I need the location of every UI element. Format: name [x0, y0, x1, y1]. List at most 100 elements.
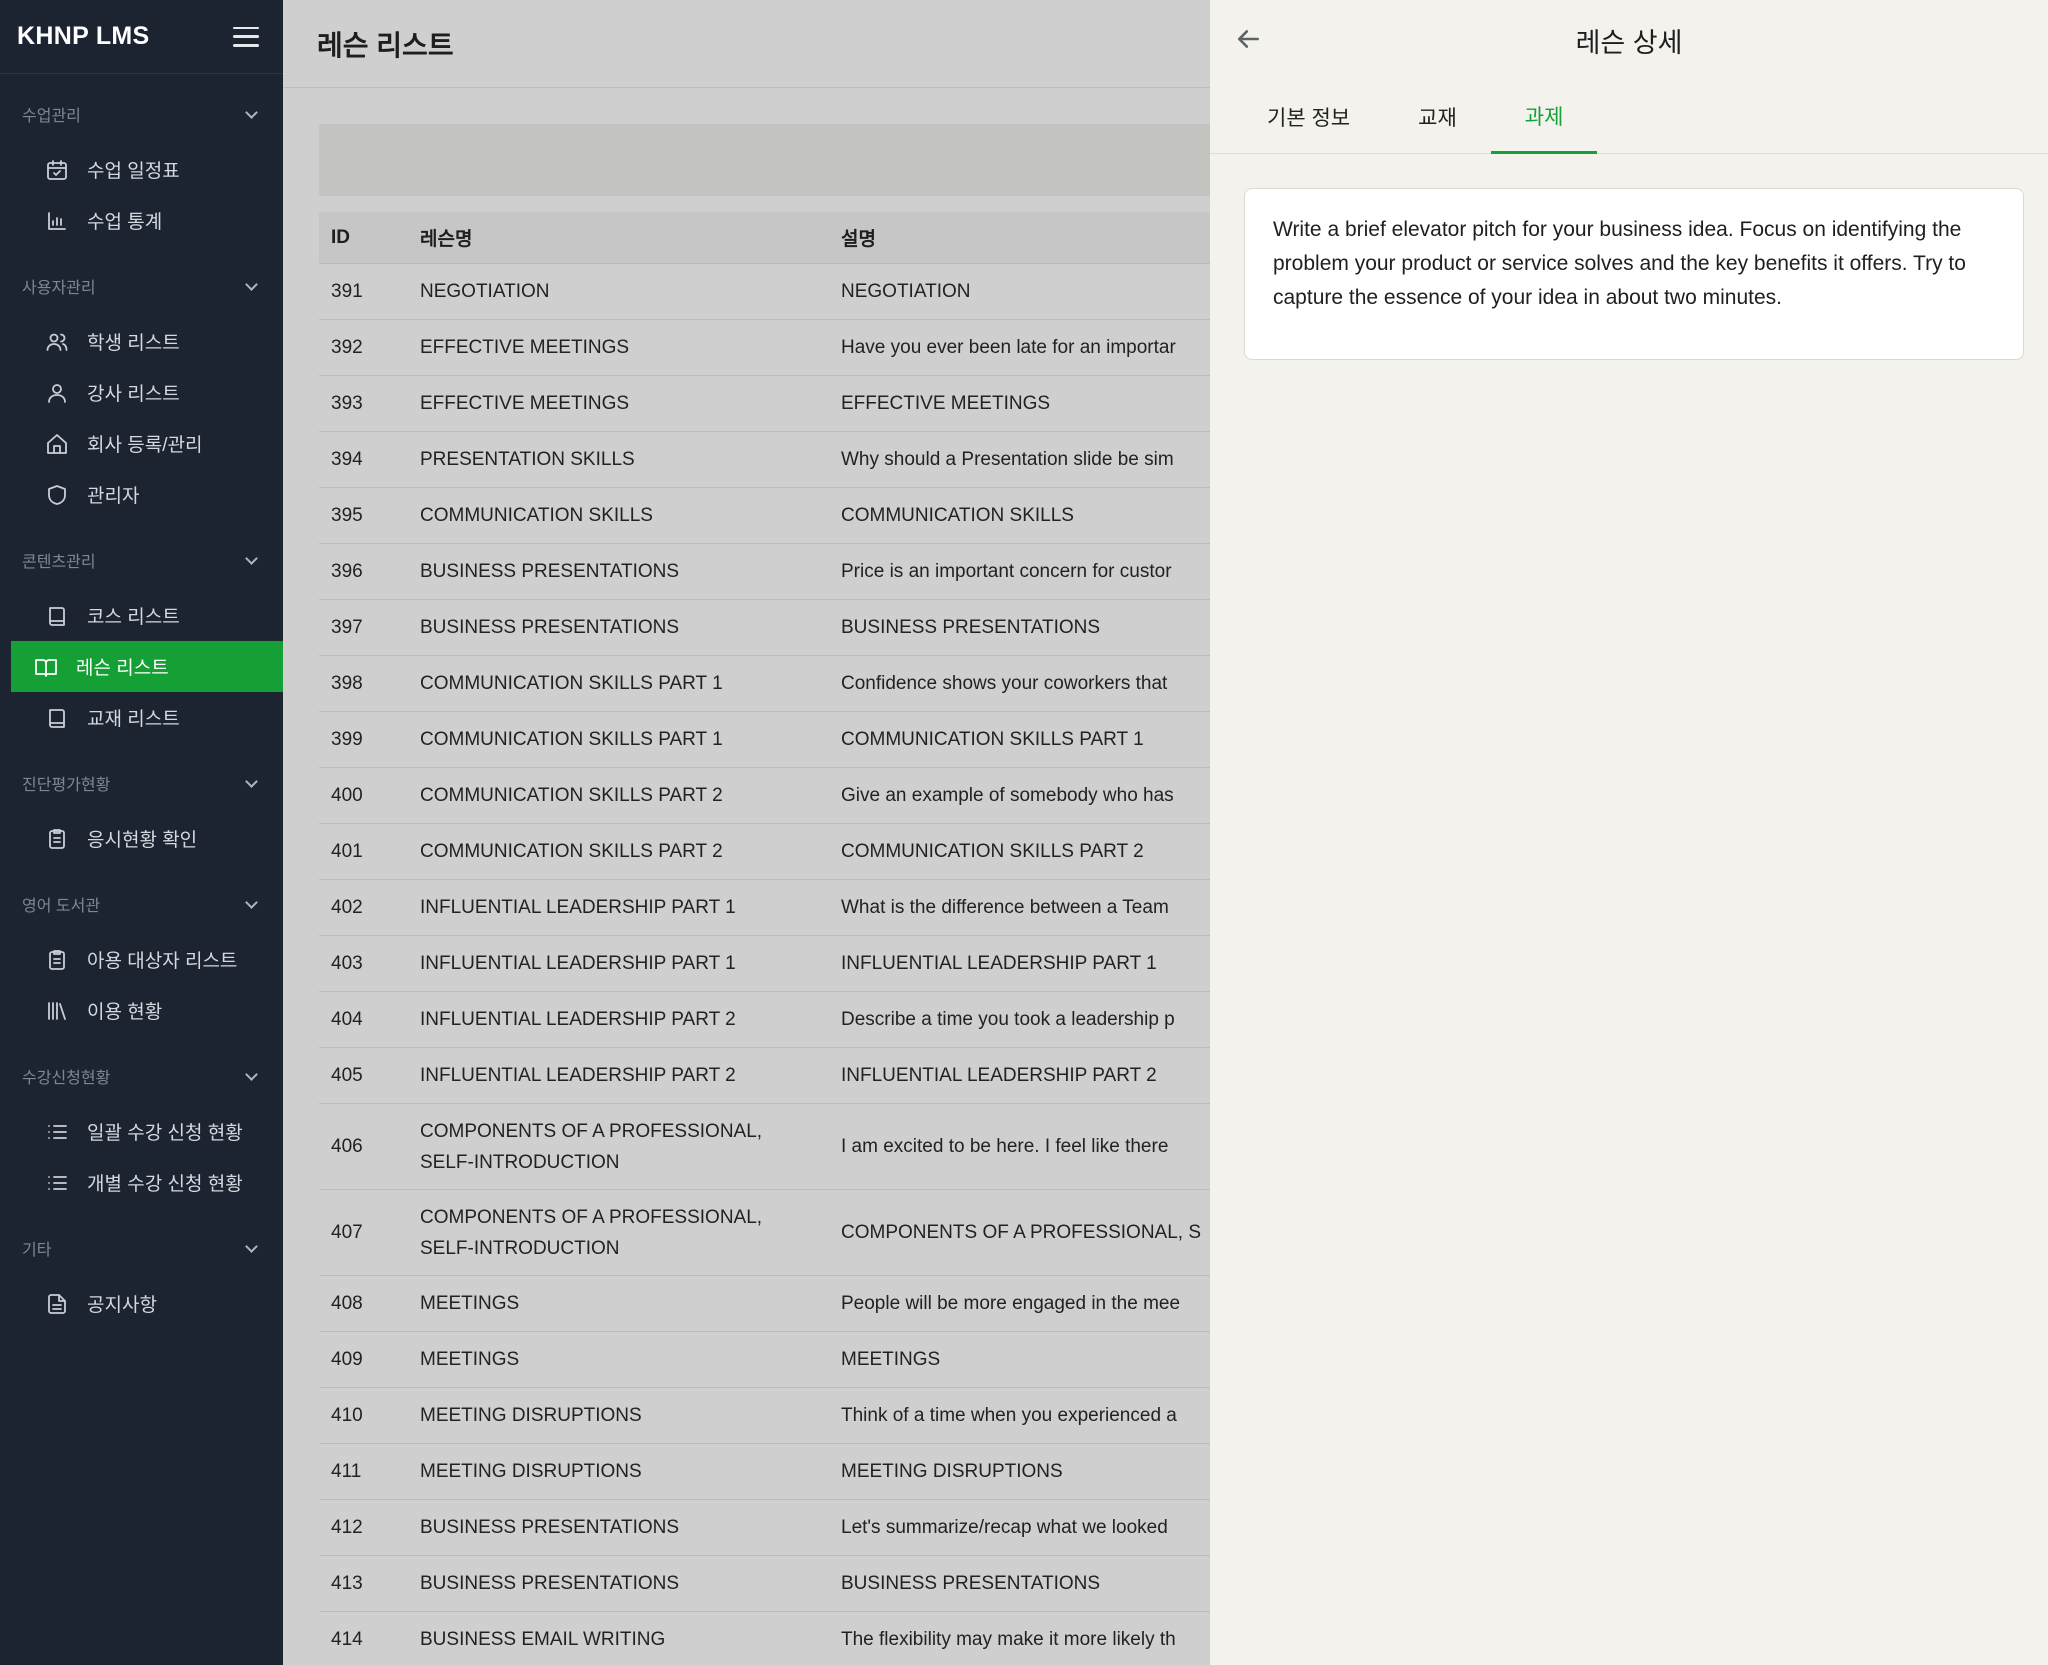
cell-id: 411: [331, 1460, 362, 1482]
sidebar-section-header[interactable]: 수업관리: [0, 94, 283, 134]
sidebar-section-header[interactable]: 사용자관리: [0, 266, 283, 306]
book-icon: [45, 604, 69, 628]
home-icon: [45, 432, 69, 456]
cell-id: 394: [331, 448, 363, 470]
chevron-down-icon[interactable]: [245, 277, 258, 291]
sidebar-section: 기타공지사항: [0, 1228, 283, 1329]
sidebar-item[interactable]: 레슨 리스트: [11, 641, 283, 692]
sidebar-header: KHNP LMS: [0, 0, 283, 74]
sidebar-item[interactable]: 이용 현황: [11, 985, 283, 1036]
sidebar-item[interactable]: 개별 수강 신청 현황: [11, 1157, 283, 1208]
sidebar-item[interactable]: 수업 통계: [11, 195, 283, 246]
page-title: 레슨 리스트: [317, 29, 454, 61]
cell-id: 398: [331, 672, 363, 694]
chevron-down-icon[interactable]: [245, 1239, 258, 1253]
cell-id: 396: [331, 560, 363, 582]
cell-id: 412: [331, 1516, 363, 1538]
sidebar-item[interactable]: 학생 리스트: [11, 316, 283, 367]
cell-name: BUSINESS PRESENTATIONS: [420, 561, 680, 582]
sidebar-section: 수강신청현황일괄 수강 신청 현황개별 수강 신청 현황: [0, 1056, 283, 1208]
sidebar-item[interactable]: 강사 리스트: [11, 367, 283, 418]
drawer-title: 레슨 상세: [1575, 27, 1683, 58]
sidebar-nav: 수업관리수업 일정표 수업 통계사용자관리학생 리스트강사 리스트회사 등록/관리…: [0, 94, 283, 1329]
list-icon: [45, 1120, 69, 1144]
sidebar-item-label: 레슨 리스트: [76, 658, 169, 679]
sidebar-item[interactable]: 응시현황 확인: [11, 813, 283, 864]
drawer-tabs: 기본 정보 교재 과제: [1210, 80, 2048, 154]
sidebar-section-header[interactable]: 콘텐츠관리: [0, 540, 283, 580]
drawer-header: 레슨 상세: [1210, 0, 2048, 80]
column-header-id[interactable]: ID: [319, 227, 420, 249]
cell-name: MEETING DISRUPTIONS: [420, 1405, 642, 1426]
book-open-icon: [34, 655, 58, 679]
sidebar-item-label: 개별 수강 신청 현황: [87, 1174, 243, 1195]
clipboard-icon: [45, 948, 69, 972]
file-text-icon: [45, 1292, 69, 1316]
sidebar-item-label: 응시현황 확인: [87, 830, 198, 851]
column-header-name[interactable]: 레슨명: [420, 224, 841, 251]
sidebar-item-label: 공지사항: [87, 1295, 157, 1316]
cell-id: 393: [331, 392, 363, 414]
cell-id: 403: [331, 952, 363, 974]
back-arrow-icon[interactable]: [1232, 22, 1266, 56]
sidebar-section-title: 콘텐츠관리: [22, 554, 96, 571]
drawer-tab[interactable]: 기본 정보: [1240, 80, 1384, 154]
assignment-text: Write a brief elevator pitch for your bu…: [1273, 218, 1966, 309]
sidebar-item-label: 아용 대상자 리스트: [87, 951, 238, 972]
cell-name: NEGOTIATION: [420, 281, 550, 302]
users-icon: [45, 330, 69, 354]
menu-icon[interactable]: [233, 26, 259, 47]
sidebar-section-title: 기타: [22, 1242, 52, 1259]
drawer-tab[interactable]: 교재: [1384, 80, 1491, 154]
sidebar-item-label: 코스 리스트: [87, 607, 180, 628]
sidebar-section: 진단평가현황응시현황 확인: [0, 763, 283, 864]
bar-chart-icon: [45, 209, 69, 233]
cell-name: INFLUENTIAL LEADERSHIP PART 1: [420, 953, 736, 974]
sidebar-item[interactable]: 일괄 수강 신청 현황: [11, 1106, 283, 1157]
chevron-down-icon[interactable]: [245, 774, 258, 788]
chevron-down-icon[interactable]: [245, 1067, 258, 1081]
chevron-down-icon[interactable]: [245, 895, 258, 909]
sidebar-item[interactable]: 회사 등록/관리: [11, 418, 283, 469]
sidebar-item[interactable]: 교재 리스트: [11, 692, 283, 743]
cell-id: 414: [331, 1628, 363, 1650]
drawer-tab[interactable]: 과제: [1490, 80, 1598, 154]
cell-name: COMMUNICATION SKILLS PART 1: [420, 673, 723, 694]
cell-name: MEETING DISRUPTIONS: [420, 1461, 642, 1482]
sidebar-item[interactable]: 아용 대상자 리스트: [11, 934, 283, 985]
cell-id: 413: [331, 1572, 363, 1594]
clipboard-icon: [45, 827, 69, 851]
user-icon: [45, 381, 69, 405]
cell-id: 410: [331, 1404, 363, 1426]
library-icon: [45, 999, 69, 1023]
sidebar-section-header[interactable]: 수강신청현황: [0, 1056, 283, 1096]
sidebar: KHNP LMS 수업관리수업 일정표 수업 통계사용자관리학생 리스트강사 리스…: [0, 0, 283, 1665]
cell-id: 395: [331, 504, 363, 526]
sidebar-item-label: 학생 리스트: [87, 333, 180, 354]
sidebar-item[interactable]: 코스 리스트: [11, 590, 283, 641]
cell-name: MEETINGS: [420, 1349, 520, 1370]
sidebar-item-label: 회사 등록/관리: [87, 435, 203, 456]
sidebar-item-label: 교재 리스트: [87, 709, 180, 730]
sidebar-item[interactable]: 공지사항: [11, 1278, 283, 1329]
sidebar-section-header[interactable]: 진단평가현황: [0, 763, 283, 803]
cell-name: BUSINESS EMAIL WRITING: [420, 1629, 666, 1650]
cell-name: COMMUNICATION SKILLS: [420, 505, 653, 526]
chevron-down-icon[interactable]: [245, 551, 258, 565]
cell-id: 392: [331, 336, 363, 358]
sidebar-section-header[interactable]: 기타: [0, 1228, 283, 1268]
cell-id: 397: [331, 616, 363, 638]
sidebar-section-header[interactable]: 영어 도서관: [0, 884, 283, 924]
sidebar-section-title: 진단평가현황: [22, 777, 111, 794]
cell-id: 407: [331, 1221, 363, 1243]
cell-name: COMMUNICATION SKILLS PART 2: [420, 841, 723, 862]
sidebar-item[interactable]: 관리자: [11, 469, 283, 520]
sidebar-item[interactable]: 수업 일정표: [11, 144, 283, 195]
sidebar-section: 영어 도서관아용 대상자 리스트이용 현황: [0, 884, 283, 1036]
cell-id: 402: [331, 896, 363, 918]
cell-id: 400: [331, 784, 363, 806]
chevron-down-icon[interactable]: [245, 105, 258, 119]
cell-id: 401: [331, 840, 363, 862]
sidebar-section-title: 영어 도서관: [22, 898, 101, 915]
cell-name: INFLUENTIAL LEADERSHIP PART 2: [420, 1009, 736, 1030]
